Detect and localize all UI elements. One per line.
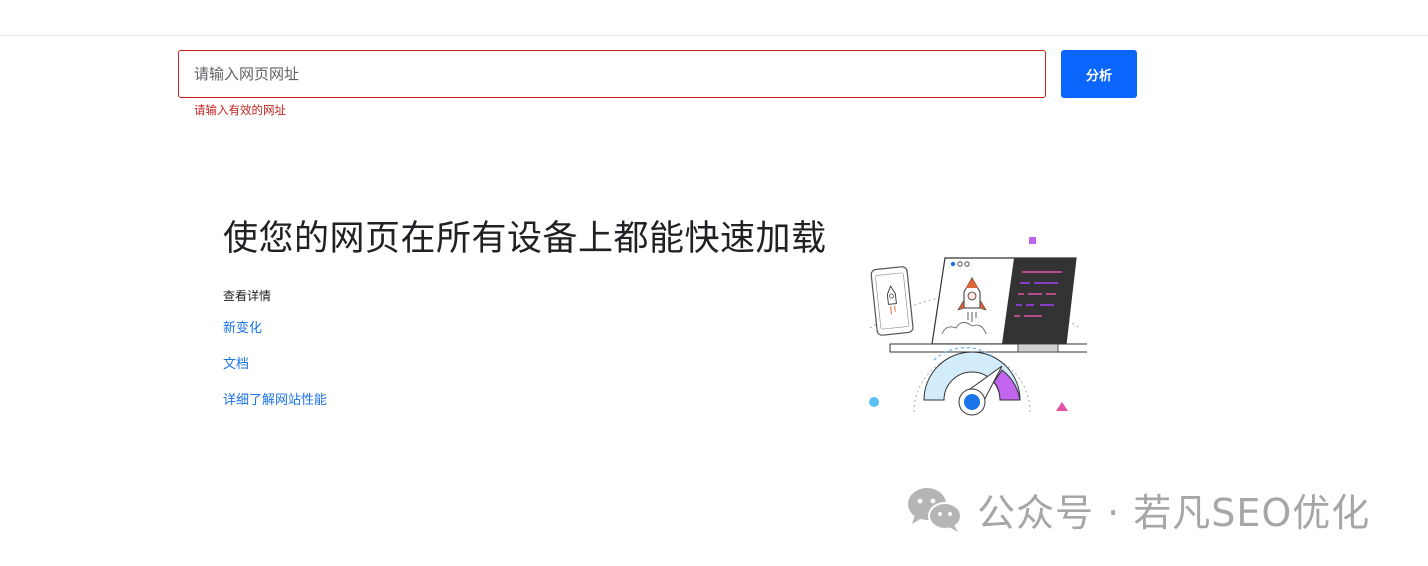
- learn-more-title: 查看详情: [223, 289, 272, 303]
- link-documentation[interactable]: 文档: [223, 353, 249, 372]
- watermark-text: 公众号 · 若凡SEO优化: [977, 490, 1371, 535]
- wechat-icon: [908, 488, 962, 532]
- page-headline: 使您的网页在所有设备上都能快速加载: [223, 219, 827, 259]
- top-bar: [0, 0, 1428, 36]
- analyze-button[interactable]: 分析: [1061, 50, 1137, 98]
- url-error-message: 请输入有效的网址: [194, 103, 286, 117]
- wechat-watermark: 公众号 · 若凡SEO优化: [905, 482, 1370, 536]
- link-whats-new[interactable]: 新变化: [223, 317, 262, 336]
- link-web-performance[interactable]: 详细了解网站性能: [223, 389, 327, 408]
- speed-rocket-illustration: [869, 237, 1087, 416]
- url-input[interactable]: [178, 50, 1046, 98]
